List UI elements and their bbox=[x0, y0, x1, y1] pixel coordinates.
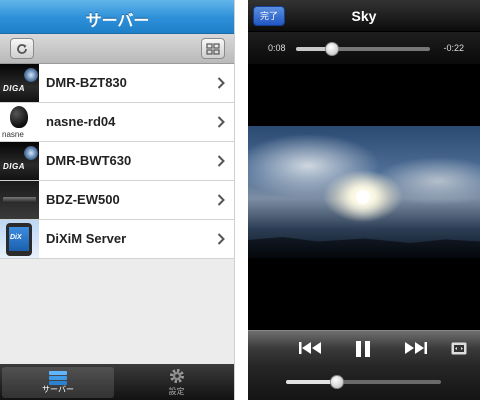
tab-server[interactable]: サーバー bbox=[2, 367, 114, 398]
tab-label: 設定 bbox=[168, 387, 185, 396]
fast-forward-icon[interactable] bbox=[404, 340, 428, 356]
refresh-icon bbox=[17, 44, 27, 54]
diga-thumbnail: DIGA bbox=[0, 142, 39, 180]
chevron-right-icon bbox=[217, 233, 225, 245]
toolbar bbox=[0, 34, 234, 64]
server-name: BDZ-EW500 bbox=[46, 192, 120, 207]
refresh-button[interactable] bbox=[10, 38, 34, 59]
server-name: DMR-BWT630 bbox=[46, 153, 132, 168]
chevron-right-icon bbox=[217, 194, 225, 206]
seek-slider[interactable] bbox=[296, 42, 430, 56]
player-navigation-bar: 完了 Sky bbox=[248, 0, 480, 32]
server-row-nasne-rd04[interactable]: nasne nasne-rd04 bbox=[0, 103, 234, 142]
diga-thumbnail: DIGA bbox=[0, 64, 39, 102]
playback-controls bbox=[248, 330, 480, 366]
video-frame[interactable] bbox=[248, 126, 480, 258]
server-row-dixim-server[interactable]: DiX DiXiM Server bbox=[0, 220, 234, 259]
gear-icon bbox=[169, 369, 184, 383]
tab-settings[interactable]: 設定 bbox=[118, 364, 234, 400]
grid-view-button[interactable] bbox=[201, 38, 225, 59]
volume-slider[interactable] bbox=[286, 375, 441, 389]
chevron-right-icon bbox=[217, 155, 225, 167]
chevron-right-icon bbox=[217, 77, 225, 89]
video-title: Sky bbox=[351, 8, 377, 24]
server-name: nasne-rd04 bbox=[46, 114, 116, 129]
pause-icon[interactable] bbox=[354, 340, 372, 358]
grid-icon bbox=[206, 43, 220, 55]
nasne-thumbnail: nasne bbox=[0, 103, 39, 141]
recorder-thumbnail bbox=[0, 181, 39, 219]
server-row-dmr-bzt830[interactable]: DIGA DMR-BZT830 bbox=[0, 64, 234, 103]
dixim-thumbnail: DiX bbox=[0, 220, 39, 258]
tab-bar: サーバー 設定 bbox=[0, 364, 234, 400]
remaining-time: -0:22 bbox=[443, 43, 464, 53]
server-list-screen: サーバー DIGA DMR-BZT830 nasne nasne-rd04 DI… bbox=[0, 0, 235, 400]
server-row-bdz-ew500[interactable]: BDZ-EW500 bbox=[0, 181, 234, 220]
page-title: サーバー bbox=[85, 13, 150, 30]
chevron-right-icon bbox=[217, 116, 225, 128]
elapsed-time: 0:08 bbox=[268, 43, 286, 53]
video-player-screen: 完了 Sky 0:08 -0:22 bbox=[248, 0, 480, 400]
volume-area bbox=[248, 366, 480, 400]
server-list: DIGA DMR-BZT830 nasne nasne-rd04 DIGA DM… bbox=[0, 64, 234, 259]
server-row-dmr-bwt630[interactable]: DIGA DMR-BWT630 bbox=[0, 142, 234, 181]
aspect-ratio-icon[interactable] bbox=[451, 342, 467, 355]
rewind-icon[interactable] bbox=[298, 340, 322, 356]
volume-handle[interactable] bbox=[330, 375, 345, 389]
seek-bar-area: 0:08 -0:22 bbox=[248, 32, 480, 64]
server-name: DiXiM Server bbox=[46, 231, 127, 246]
tab-label: サーバー bbox=[42, 385, 74, 394]
navigation-bar: サーバー bbox=[0, 0, 234, 34]
server-name: DMR-BZT830 bbox=[46, 75, 127, 90]
seek-handle[interactable] bbox=[325, 42, 340, 56]
